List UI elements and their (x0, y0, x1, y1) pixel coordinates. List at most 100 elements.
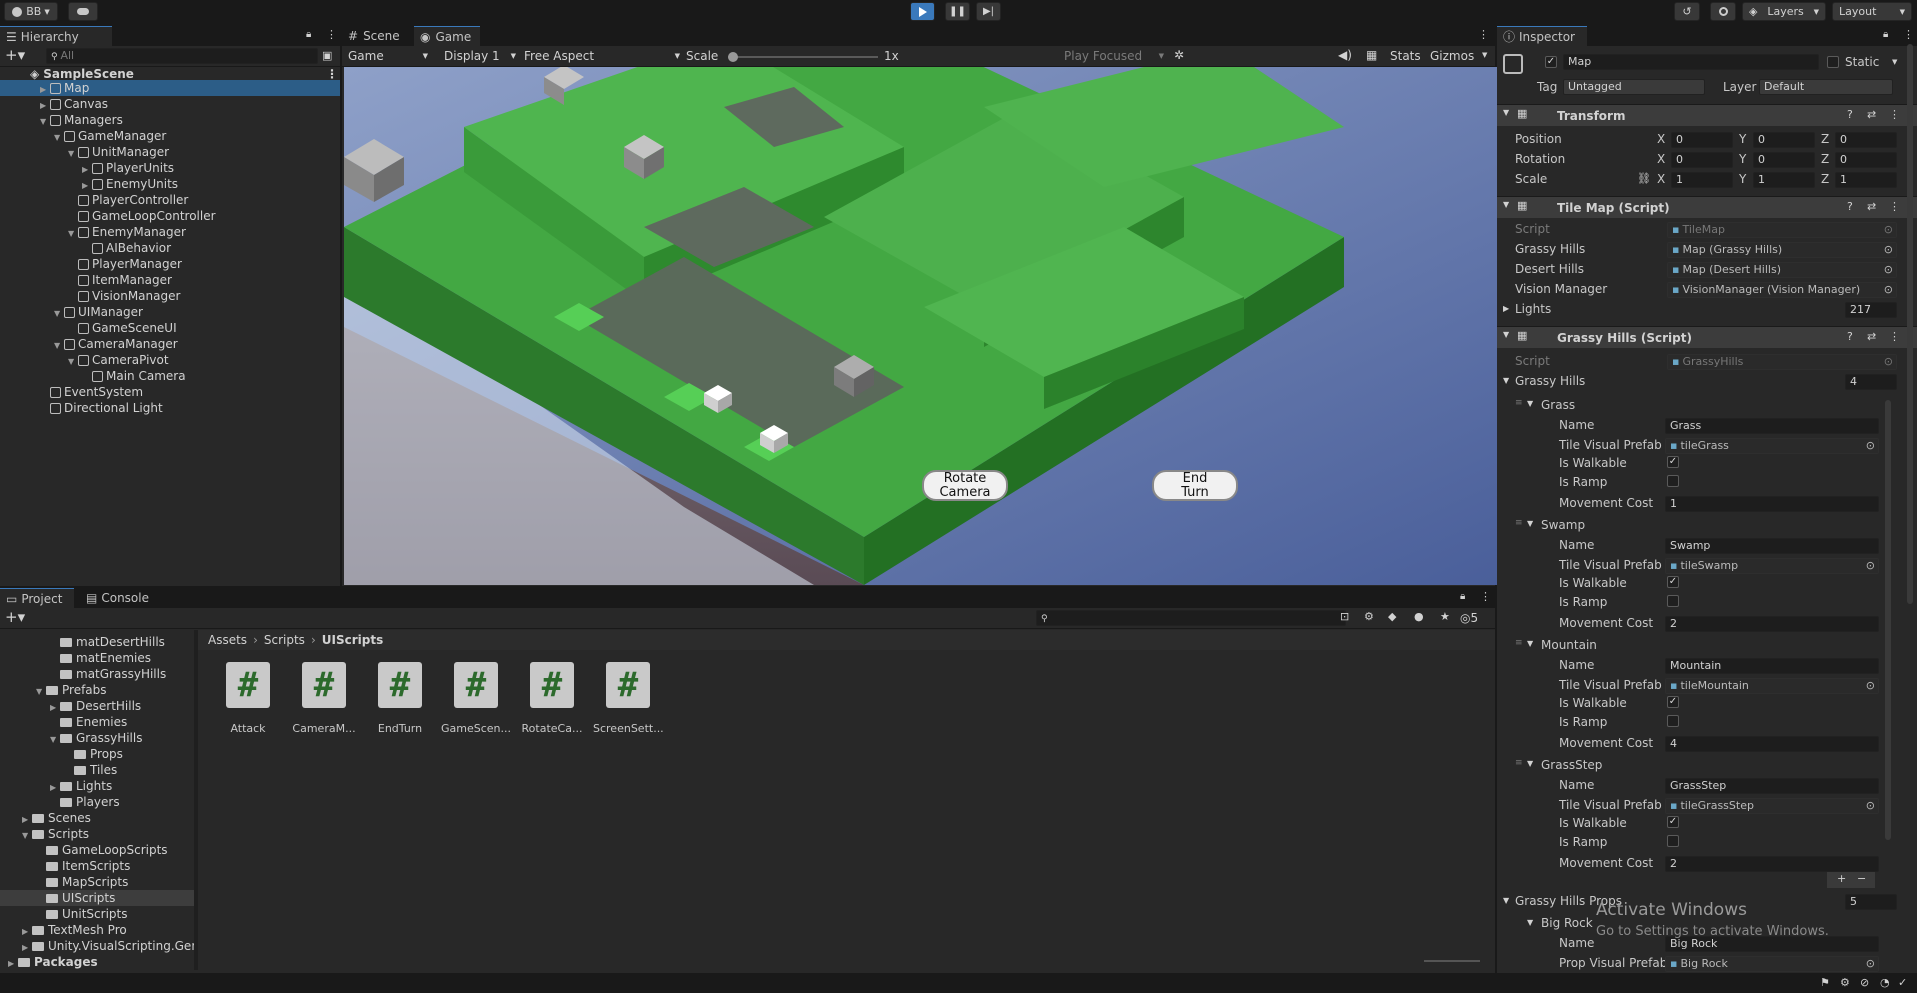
hierarchy-item[interactable]: EventSystem (0, 384, 340, 400)
target-picker-icon[interactable]: ⊙ (1884, 283, 1893, 297)
tile-cost-field[interactable]: 2 (1665, 856, 1879, 872)
project-folder-item[interactable]: Props (0, 746, 194, 762)
target-picker-icon[interactable]: ⊙ (1866, 957, 1875, 971)
hierarchy-search-input[interactable]: ⚲ All (46, 48, 318, 64)
chevron-down-icon[interactable]: ▼ (1527, 918, 1533, 927)
hierarchy-item[interactable]: GameLoopController (0, 208, 340, 224)
tile-name-field[interactable]: Swamp (1665, 538, 1879, 554)
project-folder-item[interactable]: Tiles (0, 762, 194, 778)
project-folder-item[interactable]: Players (0, 794, 194, 810)
help-icon[interactable]: ? (1847, 108, 1853, 121)
kebab-menu-icon[interactable]: ⋮ (1889, 108, 1900, 121)
hierarchy-item[interactable]: PlayerManager (0, 256, 340, 272)
layer-dropdown[interactable]: Default (1759, 79, 1893, 95)
search-button[interactable] (1710, 2, 1736, 21)
grassy-props-count[interactable]: 5 (1845, 894, 1897, 910)
tile-cost-field[interactable]: 2 (1665, 616, 1879, 632)
inspector-scrollbar[interactable] (1907, 44, 1913, 604)
tilemap-grassy-field[interactable]: ▪ Map (Grassy Hills) ⊙ (1667, 242, 1897, 258)
account-button[interactable]: BB ▼ (4, 2, 58, 21)
tilemap-vision-field[interactable]: ▪ VisionManager (Vision Manager) ⊙ (1667, 282, 1897, 298)
kebab-menu-icon[interactable]: ⋮ (1903, 28, 1914, 41)
status-icon-5[interactable]: ✓ (1898, 976, 1907, 989)
list-scrollbar[interactable] (1885, 400, 1891, 840)
status-icon-1[interactable]: ⚑ (1820, 976, 1830, 989)
tab-inspector[interactable]: ⓘ Inspector (1497, 26, 1587, 46)
tab-console[interactable]: ▤ Console (80, 588, 160, 608)
transform-position-x[interactable]: 0 (1671, 132, 1733, 148)
hierarchy-item[interactable]: AIBehavior (0, 240, 340, 256)
scale-slider[interactable] (728, 52, 878, 62)
transform-position-z[interactable]: 0 (1835, 132, 1897, 148)
project-folder-item[interactable]: matDesertHills (0, 634, 194, 650)
tile-name-field[interactable]: GrassStep (1665, 778, 1879, 794)
static-checkbox[interactable] (1827, 56, 1839, 68)
project-folder-item[interactable]: ▶ Packages (0, 954, 194, 970)
filter-type-icon[interactable]: ⚙ (1364, 610, 1374, 623)
transform-header[interactable]: ▼ ▦ Transform? ⇄ ⋮ (1497, 104, 1917, 126)
tile-prefab-field[interactable]: ▪ tileMountain ⊙ (1665, 678, 1879, 694)
target-picker-icon[interactable]: ⊙ (1884, 355, 1893, 369)
project-folder-item[interactable]: ▼ Prefabs (0, 682, 194, 698)
lock-icon[interactable]: 🔒︎ (306, 29, 311, 40)
transform-scale-x[interactable]: 1 (1671, 172, 1733, 188)
tile-ramp-checkbox[interactable] (1667, 835, 1679, 847)
prop-prefab-field[interactable]: ▪ Big Rock ⊙ (1665, 956, 1879, 972)
project-folder-item[interactable]: ▶ Unity.VisualScripting.Gene (0, 938, 194, 954)
project-folder-item[interactable]: ▶ TextMesh Pro (0, 922, 194, 938)
drag-handle-icon[interactable]: ≡ (1515, 638, 1523, 648)
hierarchy-item[interactable]: Directional Light (0, 400, 340, 416)
status-icon-3[interactable]: ⊘ (1860, 976, 1869, 989)
grassy-script-header[interactable]: ▼ ▦ Grassy Hills (Script)? ⇄ ⋮ (1497, 326, 1917, 348)
chevron-down-icon[interactable]: ▼ (1892, 58, 1897, 66)
tilemap-header[interactable]: ▼ ▦ Tile Map (Script)? ⇄ ⋮ (1497, 196, 1917, 218)
chevron-right-icon[interactable]: ▶ (8, 956, 18, 972)
chevron-right-icon[interactable]: ▶ (1503, 304, 1509, 313)
transform-scale-y[interactable]: 1 (1753, 172, 1815, 188)
hierarchy-item[interactable]: VisionManager (0, 288, 340, 304)
tile-prefab-field[interactable]: ▪ tileSwamp ⊙ (1665, 558, 1879, 574)
preset-icon[interactable]: ⇄ (1867, 108, 1876, 121)
target-picker-icon[interactable]: ⊙ (1866, 439, 1875, 453)
tree-scrollbar[interactable] (194, 630, 198, 970)
project-folder-item[interactable]: matEnemies (0, 650, 194, 666)
asset-label[interactable]: CameraM... (289, 722, 359, 735)
hidden-count-badge[interactable]: ◎5 (1460, 610, 1478, 626)
preset-icon[interactable]: ⇄ (1867, 330, 1876, 343)
collapse-chevron-icon[interactable]: ▼ (1503, 330, 1509, 339)
drag-handle-icon[interactable]: ≡ (1515, 518, 1523, 528)
filter-icon[interactable]: ▣ (322, 49, 332, 62)
tile-name-field[interactable]: Grass (1665, 418, 1879, 434)
tile-ramp-checkbox[interactable] (1667, 715, 1679, 727)
tile-walkable-checkbox[interactable]: ✓ (1667, 456, 1679, 468)
help-icon[interactable]: ? (1847, 200, 1853, 213)
kebab-menu-icon[interactable]: ⋮ (1889, 330, 1900, 343)
hierarchy-item[interactable]: ▶ Canvas (0, 96, 340, 112)
warning-icon[interactable]: ● (1414, 610, 1424, 623)
remove-element-icon[interactable]: − (1857, 872, 1866, 885)
kebab-menu-icon[interactable]: ⋮ (1478, 28, 1489, 41)
asset-label[interactable]: RotateCa... (517, 722, 587, 735)
hierarchy-item[interactable]: ▼ UIManager (0, 304, 340, 320)
target-picker-icon[interactable]: ⊙ (1866, 679, 1875, 693)
chevron-down-icon[interactable]: ▼ (1527, 519, 1533, 528)
target-picker-icon[interactable]: ⊙ (1866, 799, 1875, 813)
hierarchy-item[interactable]: ▼ Managers (0, 112, 340, 128)
grassy-script-field[interactable]: ▪ GrassyHills ⊙ (1667, 354, 1897, 370)
hierarchy-item[interactable]: ▼ CameraManager (0, 336, 340, 352)
display-dropdown[interactable]: Display 1 ▼ (444, 48, 516, 64)
hierarchy-item[interactable]: ▶ EnemyUnits (0, 176, 340, 192)
hierarchy-item[interactable]: ▼ CameraPivot (0, 352, 340, 368)
layers-dropdown[interactable]: ◈ Layers ▼ (1742, 2, 1826, 21)
chevron-down-icon[interactable]: ▼ (1482, 51, 1487, 59)
project-folder-item[interactable]: ▶ Scenes (0, 810, 194, 826)
add-icon[interactable]: +▾ (5, 608, 25, 626)
play-focused-dropdown[interactable]: Play Focused ▼ (1064, 48, 1164, 64)
tab-game[interactable]: ◉ Game (414, 26, 480, 46)
chevron-down-icon[interactable]: ▼ (1503, 896, 1509, 905)
scale-slider-handle[interactable] (728, 52, 738, 62)
tile-cost-field[interactable]: 4 (1665, 736, 1879, 752)
csharp-script-icon[interactable]: # (606, 662, 650, 708)
help-icon[interactable]: ? (1847, 330, 1853, 343)
tag-dropdown[interactable]: Untagged (1563, 79, 1705, 95)
